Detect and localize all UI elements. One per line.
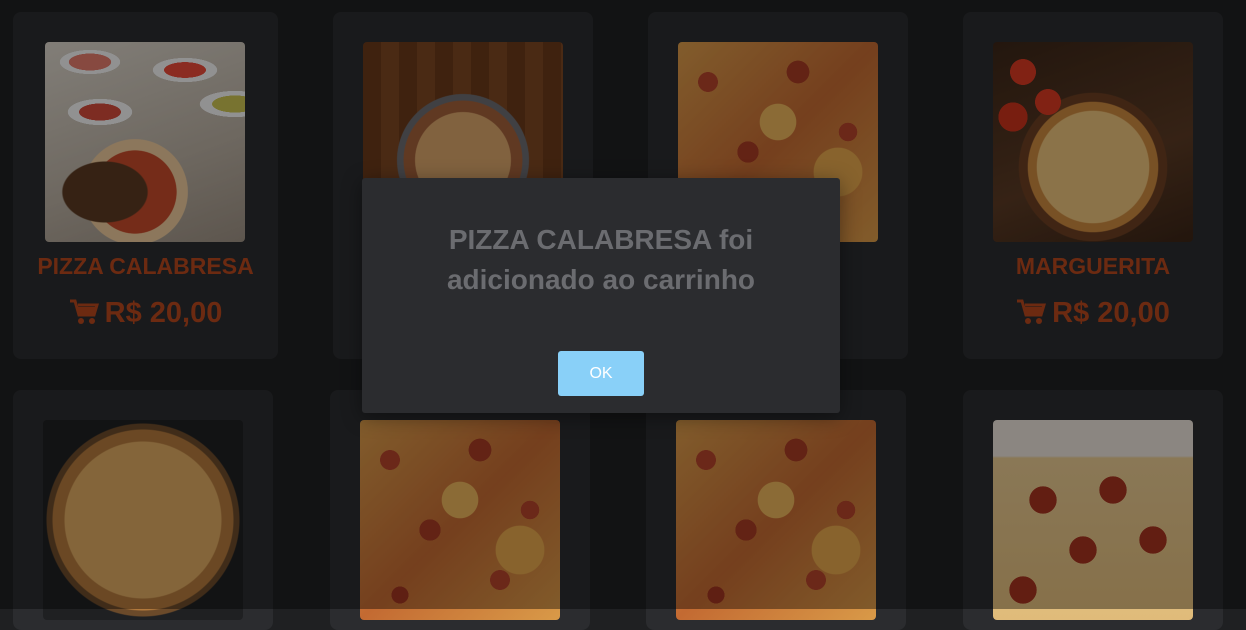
alert-dialog: PIZZA CALABRESA foi adicionado ao carrin… [362, 178, 840, 413]
dialog-message: PIZZA CALABRESA foi adicionado ao carrin… [446, 224, 756, 295]
ok-button[interactable]: OK [558, 351, 644, 396]
